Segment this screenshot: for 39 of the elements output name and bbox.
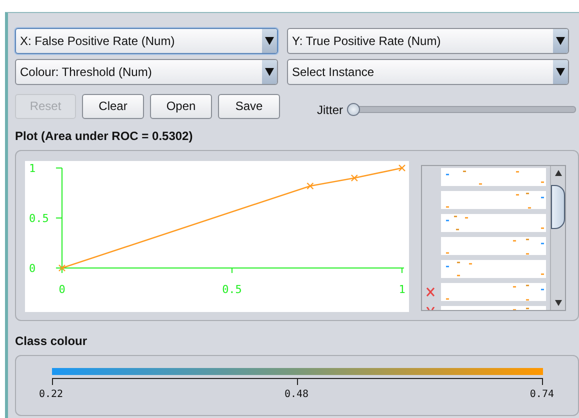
y-tick-label: 0.5: [29, 212, 49, 225]
x-tick-label: 1: [398, 283, 406, 296]
dropdown-arrow-icon: [265, 37, 274, 45]
jitter-label: Jitter: [317, 102, 344, 116]
dropdown[interactable]: Select Instance: [287, 59, 569, 85]
scatter-thumbnail[interactable]: [441, 168, 546, 186]
button[interactable]: Clear: [82, 94, 144, 118]
y-tick-label: 1: [29, 162, 36, 175]
scatter-thumbnail[interactable]: [441, 260, 546, 278]
x-mark-icon: [426, 287, 435, 297]
scrollbar[interactable]: [550, 166, 565, 310]
dropdown[interactable]: Colour: Threshold (Num): [15, 59, 278, 85]
x-tick-label: 0.5: [222, 283, 242, 296]
scatter-thumbnail[interactable]: [441, 214, 546, 232]
x-mark-icon: [426, 307, 435, 310]
dropdown-arrow-icon: [265, 68, 274, 76]
scatter-thumbnail[interactable]: [441, 191, 546, 209]
dropdown[interactable]: Y: True Positive Rate (Num): [287, 28, 569, 54]
scatter-thumbnail[interactable]: [441, 283, 546, 301]
dropdown[interactable]: X: False Positive Rate (Num): [15, 28, 278, 54]
scale-tick-label: 0.74: [530, 389, 554, 400]
slider-thumb[interactable]: [347, 103, 360, 116]
data-point: [58, 264, 66, 272]
y-tick-label: 0: [29, 262, 36, 275]
button[interactable]: Open: [150, 94, 212, 118]
scale-tick-label: 0.48: [284, 389, 309, 400]
plot-title: Plot (Area under ROC = 0.5302): [15, 129, 194, 143]
class-colour-title: Class colour: [15, 334, 88, 348]
dropdown-arrow-icon: [556, 68, 565, 76]
data-point: [306, 182, 314, 190]
dropdown-arrow-icon: [556, 37, 565, 45]
button[interactable]: Save: [218, 94, 280, 118]
data-point: [398, 164, 406, 172]
jitter-slider[interactable]: [347, 103, 576, 116]
scatter-thumbnail[interactable]: [441, 237, 546, 255]
data-point: [350, 174, 358, 182]
x-tick-label: 0: [58, 283, 66, 296]
scale-tick-label: 0.22: [39, 389, 64, 400]
scroll-thumb[interactable]: [551, 185, 565, 229]
